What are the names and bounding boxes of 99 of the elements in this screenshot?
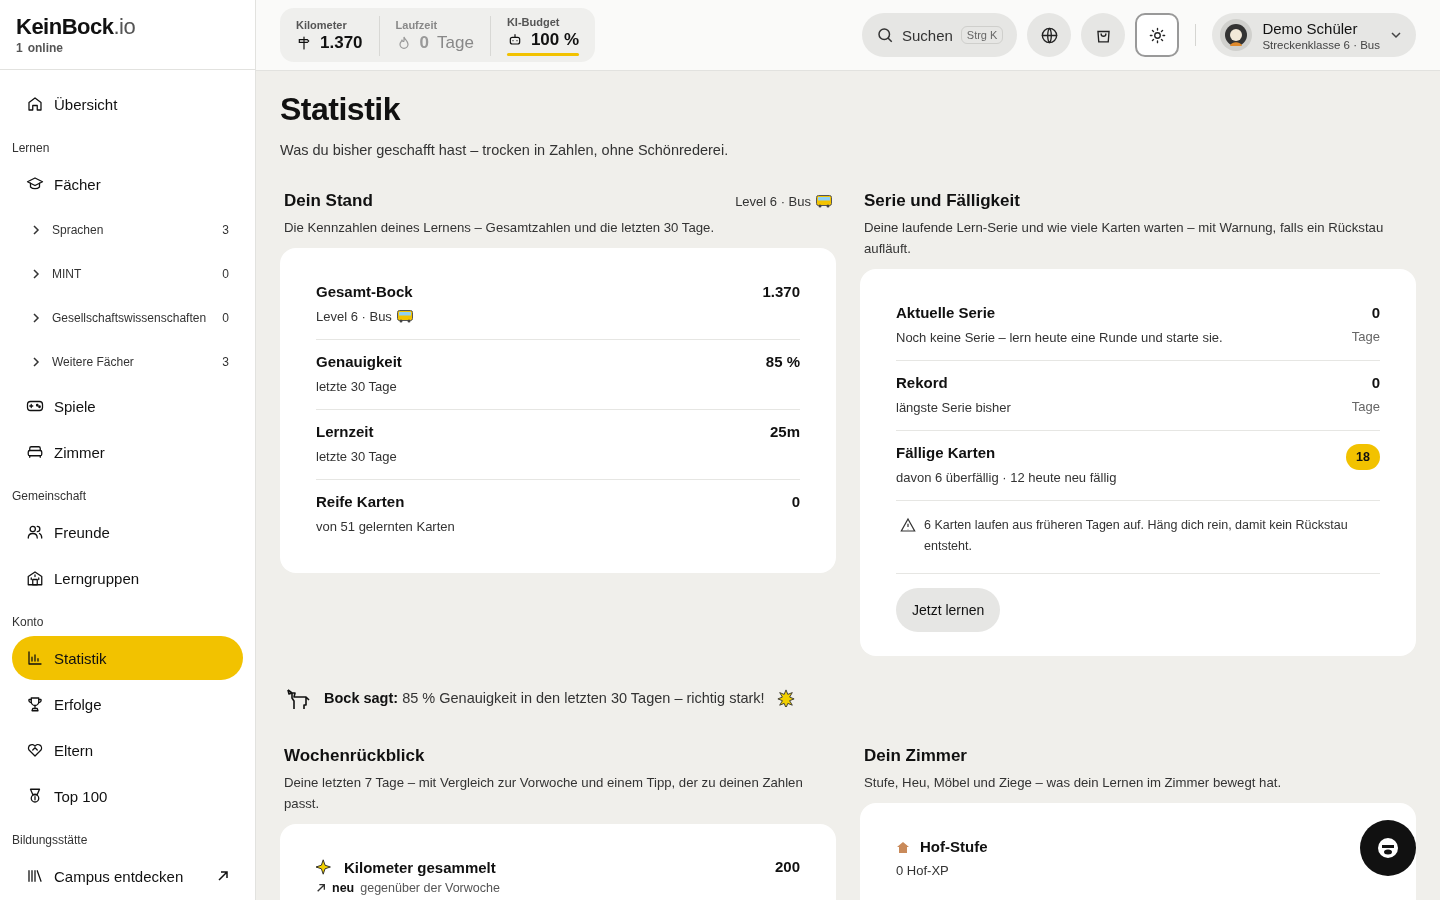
shop-button[interactable] [1081, 13, 1126, 57]
nav-item[interactable]: Zimmer [12, 430, 243, 474]
nav-item[interactable]: Freunde [12, 510, 243, 554]
due-count: 18 [1346, 444, 1380, 470]
warning-icon [900, 517, 916, 533]
heart-icon [26, 741, 44, 759]
section-description: Deine laufende Lern-Serie und wie viele Karten warten – mit Warnung, falls ein Rückstau aufläuft. [864, 219, 1385, 258]
section-title: Wochenrückblick [284, 746, 425, 766]
theme-button[interactable] [1135, 13, 1180, 57]
section-title: Dein Zimmer [864, 746, 967, 766]
learn-now-button[interactable]: Jetzt lernen [896, 588, 1001, 632]
stat-value: 1.370 [320, 33, 363, 53]
metric-caption: Noch keine Serie – lern heute eine Runde und starte sie. [896, 330, 1223, 345]
people-icon [26, 523, 44, 541]
metric-value: 0 [791, 493, 800, 510]
home-icon [26, 95, 44, 113]
nav-section-heading: Konto [12, 614, 45, 631]
nav-subitem[interactable]: MINT 0 [12, 252, 243, 296]
stat-value: 100 % [530, 30, 580, 50]
metric-label: Fällige Karten [896, 444, 996, 461]
metric-label: Lernzeit [316, 423, 374, 440]
house-icon [896, 839, 910, 854]
section-title: Serie und Fälligkeit [864, 191, 1020, 211]
search-icon [875, 26, 894, 44]
metric-label: Rekord [896, 374, 948, 391]
metric-value: 25m [769, 423, 800, 440]
trend-caption: gegenüber der Vorwoche [360, 881, 500, 895]
bus-icon [396, 310, 413, 323]
warning-text: 6 Karten laufen aus früheren Tagen auf. Häng dich rein, damit kein Rückstau entsteht. [924, 517, 1349, 555]
sofa-icon [26, 443, 44, 461]
metric-unit: Tage [1351, 399, 1380, 414]
trend-label: neu [332, 881, 355, 895]
nav-item[interactable]: Statistik [12, 636, 243, 680]
metric-caption: 0 Hof-XP [896, 863, 949, 878]
metric-label: Aktuelle Serie [896, 304, 996, 321]
metric-label: Genauigkeit [316, 353, 402, 370]
nav-item[interactable]: Fächer [12, 162, 243, 206]
metric-caption: davon 6 überfällig · 12 heute neu fällig [896, 470, 1117, 485]
building-icon [26, 569, 44, 587]
nav-section-heading: Lernen [12, 140, 51, 157]
stat-unit: Tage [437, 33, 474, 53]
section-title: Dein Stand [284, 191, 373, 211]
signpost-icon [296, 35, 312, 51]
sun-icon [1147, 25, 1167, 45]
nav-section-heading: Gemeinschaft [12, 488, 88, 505]
user-menu[interactable]: Demo Schüler Streckenklasse 6 · Bus [1212, 13, 1416, 57]
online-label: online [27, 41, 64, 55]
metric-value: 1.370 [762, 283, 800, 300]
app-logo[interactable]: KeinBock.io [16, 14, 136, 40]
section-description: Deine letzten 7 Tage – mit Vergleich zur Vorwoche und einem Tipp, der zu deinen Zahlen passt. [284, 774, 804, 813]
stat-value: 0 [419, 33, 429, 53]
metric-caption: letzte 30 Tage [316, 379, 397, 394]
page-subtitle: Was du bisher geschafft hast – trocken in Zahlen, ohne Schönrederei. [280, 142, 729, 158]
external-link-icon [217, 870, 229, 882]
search-button[interactable]: Suchen Strg K [861, 13, 1018, 57]
bar-chart-icon [26, 649, 44, 667]
chevron-down-icon [1390, 29, 1402, 41]
metric-label: Hof-Stufe [920, 838, 988, 855]
bus-icon [816, 194, 832, 208]
trend-up-icon [316, 883, 326, 893]
metric-value: 0 [1370, 374, 1380, 391]
metric-value: 85 % [765, 353, 800, 370]
nav-item[interactable]: Top 100 [12, 774, 243, 818]
metric-label: Kilometer gesammelt [344, 858, 496, 876]
metric-value: 200 [774, 858, 800, 875]
nav-section-heading: Bildungsstätte [12, 832, 89, 849]
nav-item[interactable]: Eltern [12, 728, 243, 772]
stat-label: Laufzeit [395, 19, 439, 31]
nav-item[interactable]: Campus entdecken [12, 854, 243, 898]
globe-icon [1039, 25, 1059, 45]
nav-subitem[interactable]: Sprachen 3 [12, 208, 243, 252]
nav-subitem[interactable]: Weitere Fächer 3 [12, 340, 243, 384]
tip-text: Bock sagt: 85 % Genauigkeit in den letzten 30 Tagen – richtig stark! [324, 690, 765, 706]
metric-caption: Level 6 · Bus [316, 309, 392, 324]
metric-caption: von 51 gelernten Karten [316, 519, 455, 534]
metric-label: Gesamt-Bock [316, 283, 413, 300]
metric-caption: längste Serie bisher [896, 400, 1011, 415]
nav-item[interactable]: Spiele [12, 384, 243, 428]
nav-item[interactable]: Übersicht [12, 82, 243, 126]
language-button[interactable] [1027, 13, 1072, 57]
stat-label: Kilometer [296, 19, 348, 31]
trophy-icon [26, 695, 44, 713]
nav-item[interactable]: Erfolge [12, 682, 243, 726]
page-title: Statistik [280, 91, 400, 128]
online-count: 1 [16, 41, 23, 55]
metric-unit: Tage [1351, 329, 1380, 344]
section-description: Die Kennzahlen deines Lernens – Gesamtzahlen und die letzten 30 Tage. [284, 219, 716, 237]
nav-item[interactable]: Lerngruppen [12, 556, 243, 600]
avatar-icon [1220, 19, 1253, 51]
metric-caption: letzte 30 Tage [316, 449, 397, 464]
burst-icon [776, 689, 795, 707]
stat-label: KI-Budget [506, 16, 561, 28]
nav-subitem[interactable]: Gesellschaftswissenschaften 0 [12, 296, 243, 340]
level-label: Level 6 · Bus [735, 193, 811, 209]
metric-label: Reife Karten [316, 493, 405, 510]
section-description: Stufe, Heu, Möbel und Ziege – was dein Lernen im Zimmer bewegt hat. [864, 774, 1283, 792]
sparkle-icon [316, 858, 334, 876]
books-icon [26, 867, 44, 885]
metric-value: 0 [1370, 304, 1380, 321]
